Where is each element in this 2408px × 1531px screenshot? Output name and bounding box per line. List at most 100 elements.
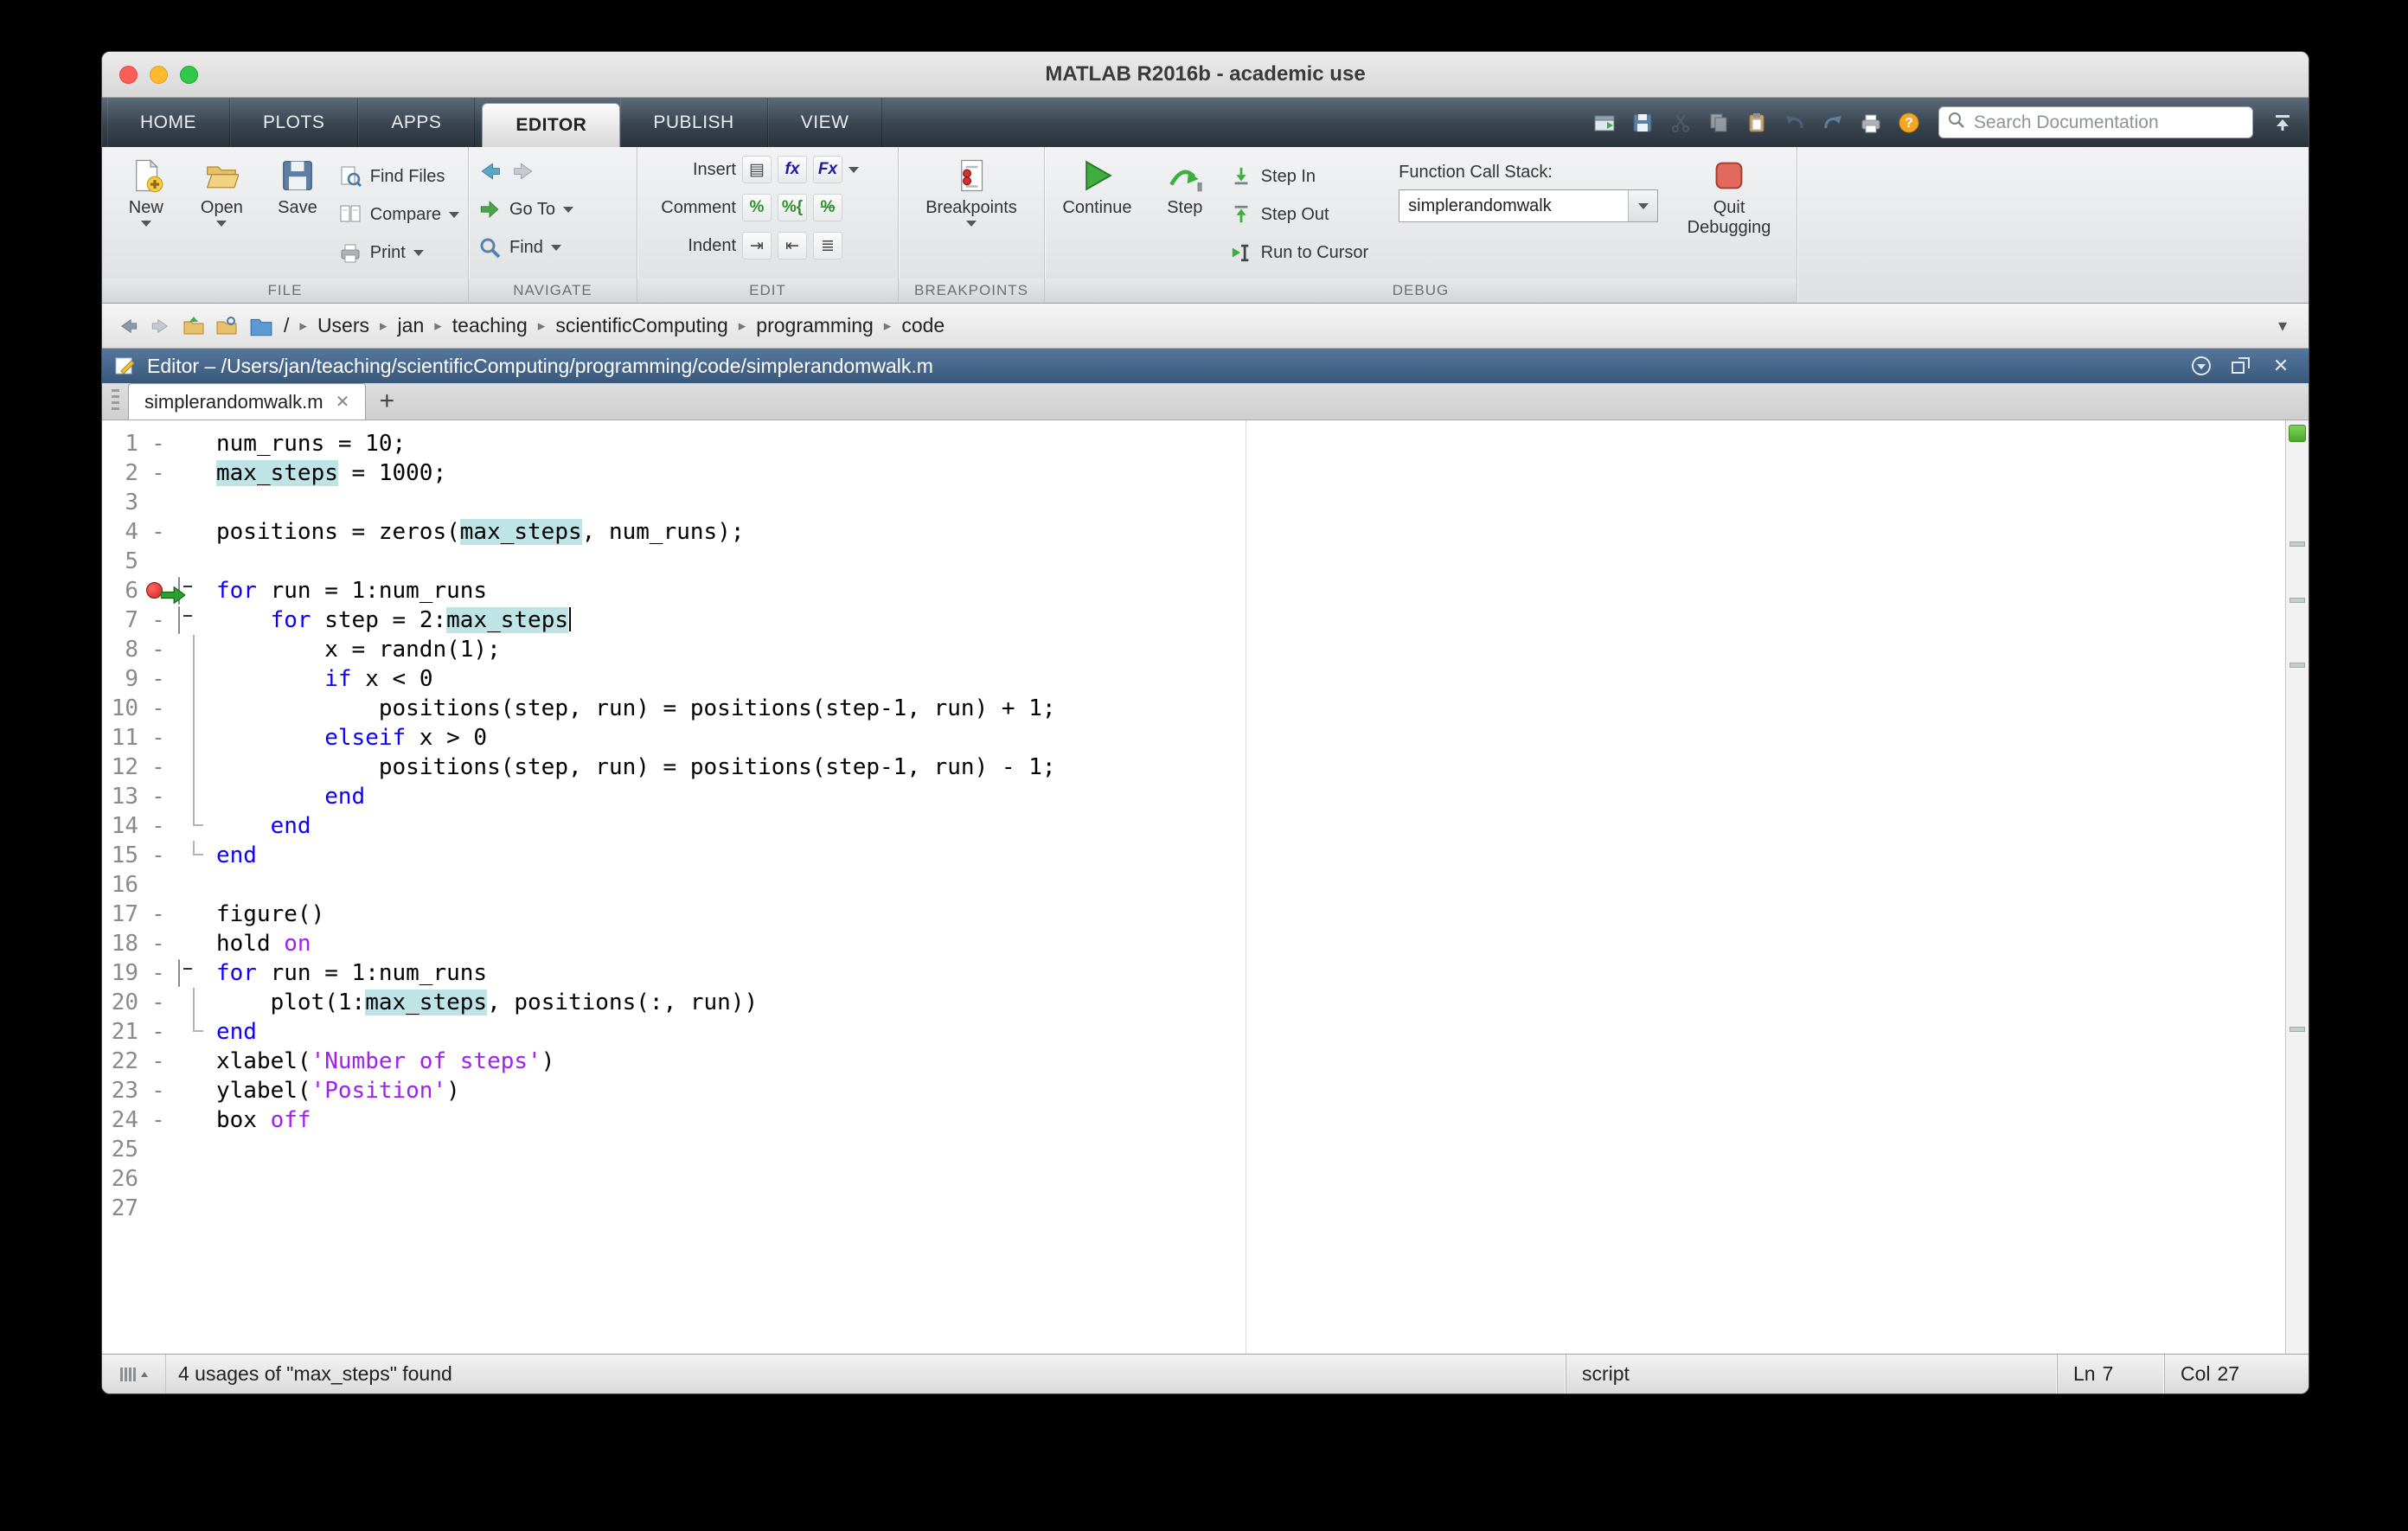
go-back-icon[interactable] [477,159,502,183]
breakpoint-margin[interactable] [138,1135,178,1164]
run-to-cursor-button[interactable]: Run to Cursor [1229,235,1387,270]
tab-apps[interactable]: APPS [358,98,475,147]
usage-indicator-mark[interactable] [2290,541,2305,547]
breakpoint-margin[interactable]: - [138,958,178,988]
tab-home[interactable]: HOME [107,98,230,147]
line-number[interactable]: 10 [102,694,138,723]
analyzer-status-icon[interactable] [2289,425,2306,442]
breakpoint-margin[interactable]: - [138,664,178,694]
code-line[interactable]: 17-figure() [102,900,2285,929]
code-line[interactable]: 18-hold on [102,929,2285,958]
line-number[interactable]: 9 [102,664,138,694]
code-line[interactable]: 3 [102,488,2285,517]
code-line[interactable]: 22-xlabel('Number of steps') [102,1047,2285,1076]
line-number[interactable]: 24 [102,1105,138,1135]
fold-collapse-icon[interactable] [178,959,180,987]
code-line[interactable]: 19-for run = 1:num_runs [102,958,2285,988]
go-forward-icon[interactable] [512,159,536,183]
line-number[interactable]: 7 [102,605,138,635]
window-titlebar[interactable]: MATLAB R2016b - academic use [102,52,2309,98]
find-button[interactable]: Find [477,230,628,265]
toolstrip-pin-icon[interactable] [2269,109,2296,137]
save-button[interactable]: Save [262,152,333,279]
line-number[interactable]: 11 [102,723,138,753]
tabbar-grip-handle[interactable] [102,383,128,420]
code-line[interactable]: 6for run = 1:num_runs [102,576,2285,605]
up-one-level-icon[interactable] [182,314,206,338]
print-icon[interactable] [1857,109,1885,137]
desktop-window-icon[interactable] [1591,109,1618,137]
code-line[interactable]: 26 [102,1164,2285,1194]
insert-function-icon[interactable]: Fx [813,156,842,183]
tab-publish[interactable]: PUBLISH [620,98,767,147]
line-number[interactable]: 14 [102,811,138,841]
breakpoint-margin[interactable]: - [138,517,178,547]
path-dropdown-icon[interactable]: ▾ [2270,314,2295,338]
line-number[interactable]: 4 [102,517,138,547]
breadcrumb-item[interactable]: jan [398,314,425,337]
breakpoint-margin[interactable]: - [138,811,178,841]
editor-actions-icon[interactable] [2189,354,2213,378]
line-number[interactable]: 17 [102,900,138,929]
breadcrumb-item[interactable]: scientificComputing [555,314,727,337]
breakpoint-margin[interactable] [138,1194,178,1223]
code-line[interactable]: 13- end [102,782,2285,811]
breakpoint-margin[interactable]: - [138,929,178,958]
line-number[interactable]: 27 [102,1194,138,1223]
breadcrumb-item[interactable]: programming [756,314,874,337]
close-window-icon[interactable] [119,66,138,84]
paste-icon[interactable] [1743,109,1771,137]
new-button[interactable]: New [111,152,182,279]
line-number[interactable]: 13 [102,782,138,811]
code-line[interactable]: 8- x = randn(1); [102,635,2285,664]
browse-for-folder-icon[interactable] [215,314,239,338]
breakpoint-margin[interactable]: - [138,841,178,870]
indent-right-icon[interactable]: ⇥ [742,232,772,259]
code-line[interactable]: 14- end [102,811,2285,841]
line-number[interactable]: 6 [102,576,138,605]
line-number[interactable]: 3 [102,488,138,517]
line-number[interactable]: 19 [102,958,138,988]
minimize-window-icon[interactable] [150,66,168,84]
continue-button[interactable]: Continue [1054,152,1141,279]
editor-undock-icon[interactable] [2229,354,2253,378]
breakpoint-margin[interactable]: - [138,782,178,811]
search-input[interactable] [1972,112,2244,134]
code-line[interactable]: 15-end [102,841,2285,870]
uncomment-icon[interactable]: % [813,194,842,221]
print-button[interactable]: Print [338,235,459,270]
step-in-button[interactable]: Step In [1229,159,1387,194]
quit-debugging-button[interactable]: Quit Debugging [1670,152,1788,279]
insert-fx-icon[interactable]: fx [778,156,807,183]
usage-indicator-mark[interactable] [2290,598,2305,603]
insert-section-icon[interactable]: ▤ [742,156,772,183]
comment-icon[interactable]: % [742,194,772,221]
code-lines[interactable]: 1-num_runs = 10;2-max_steps = 1000;34-po… [102,420,2285,1354]
breadcrumb-item[interactable]: code [901,314,945,337]
breakpoint-margin[interactable]: - [138,1047,178,1076]
scrollbar-track[interactable] [2285,420,2309,1354]
go-to-button[interactable]: Go To [477,192,628,227]
comment-block-icon[interactable]: %{ [778,194,807,221]
line-number[interactable]: 20 [102,988,138,1017]
code-line[interactable]: 11- elseif x > 0 [102,723,2285,753]
code-line[interactable]: 23-ylabel('Position') [102,1076,2285,1105]
tab-close-icon[interactable]: ✕ [336,391,350,413]
code-line[interactable]: 25 [102,1135,2285,1164]
tab-plots[interactable]: PLOTS [230,98,358,147]
breakpoint-margin[interactable] [138,1164,178,1194]
code-line[interactable]: 5 [102,547,2285,576]
breadcrumb-item[interactable]: Users [317,314,369,337]
breadcrumb-item[interactable]: / [284,314,289,337]
breakpoint-margin[interactable] [138,488,178,517]
copy-icon[interactable] [1705,109,1732,137]
breakpoint-margin[interactable]: - [138,988,178,1017]
breakpoint-margin[interactable]: - [138,1017,178,1047]
breakpoint-margin[interactable]: - [138,694,178,723]
breakpoint-margin[interactable]: - [138,900,178,929]
breakpoints-button[interactable]: Breakpoints [911,152,1032,279]
breakpoint-margin[interactable] [138,547,178,576]
code-line[interactable]: 20- plot(1:max_steps, positions(:, run)) [102,988,2285,1017]
document-tab[interactable]: simplerandomwalk.m ✕ [128,383,366,420]
breakpoint-margin[interactable]: - [138,753,178,782]
